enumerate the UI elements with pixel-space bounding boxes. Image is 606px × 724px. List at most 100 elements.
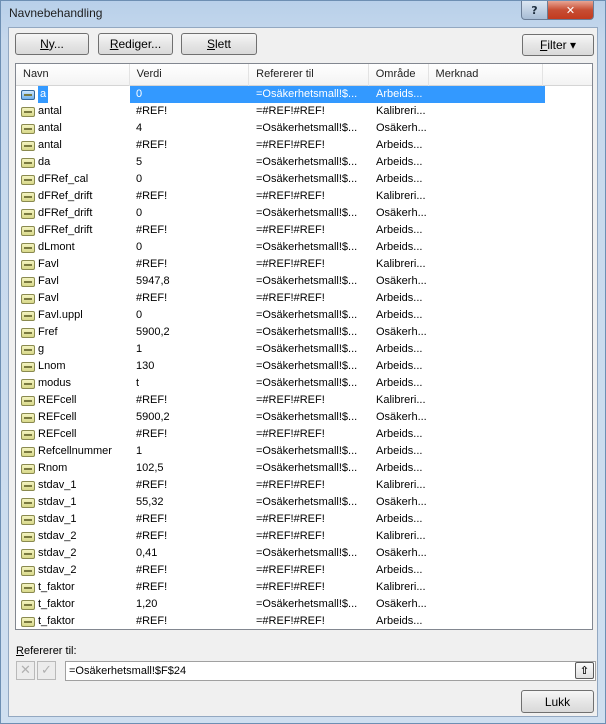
name-range-icon (21, 106, 35, 117)
table-row[interactable]: Lnom 130 =Osäkerhetsmall!$... Arbeids... (16, 358, 592, 375)
cell-name-text: antal (38, 105, 62, 117)
table-row[interactable]: antal 4 =Osäkerhetsmall!$... Osäkerh... (16, 120, 592, 137)
table-row[interactable]: stdav_2 #REF! =#REF!#REF! Arbeids... (16, 562, 592, 579)
table-row[interactable]: antal #REF! =#REF!#REF! Arbeids... (16, 137, 592, 154)
table-row[interactable]: Fref 5900,2 =Osäkerhetsmall!$... Osäkerh... (16, 324, 592, 341)
table-row[interactable]: stdav_2 0,41 =Osäkerhetsmall!$... Osäkerh..… (16, 545, 592, 562)
name-manager-window: Navnebehandling ? ✕ Ny... Rediger... Sle… (0, 0, 606, 724)
cell-name-text: stdav_1 (38, 479, 77, 491)
cell-refers-to: =Osäkerhetsmall!$... (256, 411, 358, 423)
table-row[interactable]: dFRef_drift #REF! =#REF!#REF! Arbeids... (16, 222, 592, 239)
cell-scope: Kalibreri... (376, 581, 426, 593)
cell-comment (430, 392, 545, 409)
name-range-icon (21, 225, 35, 236)
cell-name-text: Favl (38, 292, 59, 304)
column-header-filler (543, 64, 592, 86)
cell-refers-to: =#REF!#REF! (256, 105, 325, 117)
name-range-icon (21, 395, 35, 406)
close-button[interactable]: Lukk (521, 690, 594, 713)
cell-value: 130 (136, 360, 155, 372)
cell-refers-to: =#REF!#REF! (256, 190, 325, 202)
cell-value: #REF! (136, 190, 168, 202)
table-row[interactable]: da 5 =Osäkerhetsmall!$... Arbeids... (16, 154, 592, 171)
cell-value: 55,32 (136, 496, 164, 508)
cell-comment (430, 239, 545, 256)
close-window-button[interactable]: ✕ (547, 1, 594, 20)
cell-scope: Kalibreri... (376, 394, 426, 406)
table-row[interactable]: REFcell 5900,2 =Osäkerhetsmall!$... Osäkerh… (16, 409, 592, 426)
table-row[interactable]: Favl #REF! =#REF!#REF! Arbeids... (16, 290, 592, 307)
column-header-value[interactable]: Verdi (130, 64, 250, 86)
refers-to-input[interactable]: =Osäkerhetsmall!$F$24 (65, 661, 596, 681)
cell-name: Refcellnummer (16, 443, 130, 460)
cell-refers-to: =#REF!#REF! (256, 564, 325, 576)
cell-value: 5947,8 (136, 275, 170, 287)
cell-refers-to: =Osäkerhetsmall!$... (256, 207, 358, 219)
table-row[interactable]: dFRef_drift #REF! =#REF!#REF! Kalibreri... (16, 188, 592, 205)
table-row[interactable]: stdav_1 55,32 =Osäkerhetsmall!$... Osäkerh.… (16, 494, 592, 511)
table-row[interactable]: Favl #REF! =#REF!#REF! Kalibreri... (16, 256, 592, 273)
table-row[interactable]: dFRef_drift 0 =Osäkerhetsmall!$... Osäkerh.… (16, 205, 592, 222)
cell-scope: Kalibreri... (376, 258, 426, 270)
cancel-edit-icon[interactable]: ✕ (16, 661, 35, 680)
column-header-refers-to[interactable]: Refererer til (249, 64, 369, 86)
cell-name: antal (16, 120, 130, 137)
table-row[interactable]: Refcellnummer 1 =Osäkerhetsmall!$... Arbeid… (16, 443, 592, 460)
cell-scope: Kalibreri... (376, 530, 426, 542)
column-header-comment[interactable]: Merknad (429, 64, 544, 86)
names-list[interactable]: Navn Verdi Refererer til Område Merknad … (15, 63, 593, 630)
cell-value: #REF! (136, 292, 168, 304)
filter-accelerator: F (539, 38, 548, 52)
table-row[interactable]: stdav_2 #REF! =#REF!#REF! Kalibreri... (16, 528, 592, 545)
delete-name-button[interactable]: Slett (181, 33, 257, 55)
column-header-scope[interactable]: Område (369, 64, 429, 86)
collapse-dialog-icon[interactable]: ⇧ (575, 662, 594, 679)
cell-name-text: a (38, 86, 49, 103)
cell-name: dFRef_drift (16, 188, 130, 205)
table-row[interactable]: a 0 =Osäkerhetsmall!$... Arbeids... (16, 86, 592, 103)
cell-value: 4 (136, 122, 143, 134)
cell-scope: Osäkerh... (376, 547, 427, 559)
table-row[interactable]: antal #REF! =#REF!#REF! Kalibreri... (16, 103, 592, 120)
table-row[interactable]: t_faktor 1,20 =Osäkerhetsmall!$... Osäkerh.… (16, 596, 592, 613)
table-row[interactable]: dFRef_cal 0 =Osäkerhetsmall!$... Arbeids... (16, 171, 592, 188)
confirm-edit-icon[interactable]: ✓ (37, 661, 56, 680)
table-row[interactable]: modus t =Osäkerhetsmall!$... Arbeids... (16, 375, 592, 392)
help-button[interactable]: ? (521, 1, 548, 20)
table-row[interactable]: t_faktor #REF! =#REF!#REF! Arbeids... (16, 613, 592, 629)
cell-scope: Kalibreri... (376, 105, 426, 117)
table-row[interactable]: REFcell #REF! =#REF!#REF! Arbeids... (16, 426, 592, 443)
filter-dropdown-button[interactable]: Filter ▾ (522, 34, 594, 56)
cell-name: t_faktor (16, 579, 130, 596)
cell-comment (430, 460, 545, 477)
cell-name: Rnom (16, 460, 130, 477)
table-row[interactable]: Favl.uppl 0 =Osäkerhetsmall!$... Arbeids... (16, 307, 592, 324)
table-row[interactable]: Favl 5947,8 =Osäkerhetsmall!$... Osäkerh... (16, 273, 592, 290)
cell-refers-to: =#REF!#REF! (256, 258, 325, 270)
cell-comment (430, 545, 545, 562)
cell-value: #REF! (136, 428, 168, 440)
column-header-name[interactable]: Navn (16, 64, 130, 86)
name-range-icon (21, 412, 35, 423)
name-range-icon (21, 174, 35, 185)
new-name-button[interactable]: Ny... (15, 33, 89, 55)
table-row[interactable]: stdav_1 #REF! =#REF!#REF! Kalibreri... (16, 477, 592, 494)
table-row[interactable]: Rnom 102,5 =Osäkerhetsmall!$... Arbeids... (16, 460, 592, 477)
cell-value: #REF! (136, 479, 168, 491)
edit-name-button[interactable]: Rediger... (98, 33, 173, 55)
cell-name: REFcell (16, 426, 130, 443)
cell-value: 102,5 (136, 462, 164, 474)
table-row[interactable]: stdav_1 #REF! =#REF!#REF! Arbeids... (16, 511, 592, 528)
name-range-icon (21, 191, 35, 202)
cell-name: da (16, 154, 130, 171)
table-row[interactable]: g 1 =Osäkerhetsmall!$... Arbeids... (16, 341, 592, 358)
cell-name: stdav_1 (16, 511, 130, 528)
cell-scope: Arbeids... (376, 360, 423, 372)
table-row[interactable]: REFcell #REF! =#REF!#REF! Kalibreri... (16, 392, 592, 409)
cell-comment (430, 409, 545, 426)
name-range-icon (21, 208, 35, 219)
cell-refers-to: =#REF!#REF! (256, 530, 325, 542)
table-row[interactable]: t_faktor #REF! =#REF!#REF! Kalibreri... (16, 579, 592, 596)
cell-value: 0,41 (136, 547, 158, 559)
table-row[interactable]: dLmont 0 =Osäkerhetsmall!$... Arbeids... (16, 239, 592, 256)
